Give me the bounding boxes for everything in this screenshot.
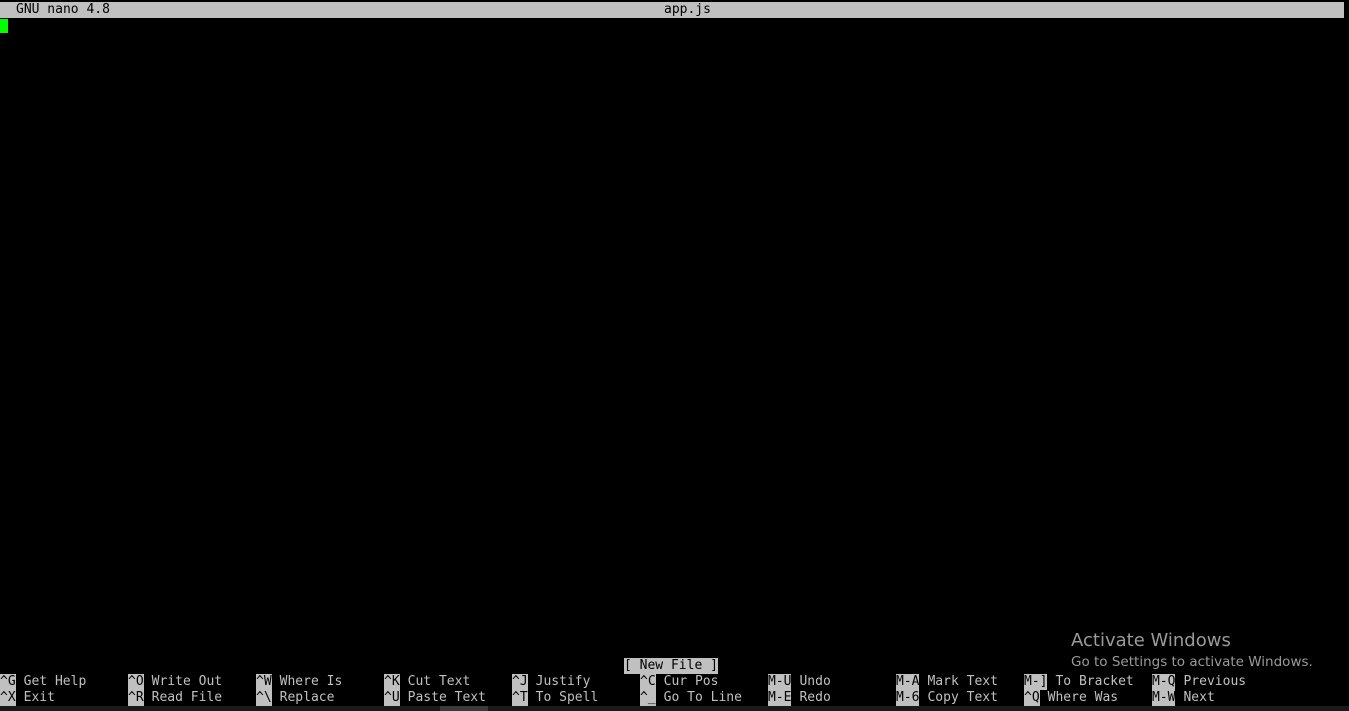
shortcut-mark-text[interactable]: M-A Mark Text: [896, 674, 998, 690]
editor-area[interactable]: [0, 18, 1344, 656]
shortcut-label: Where Is: [279, 674, 343, 689]
shortcut-key: ^J: [512, 674, 528, 690]
shortcut-key: ^K: [384, 674, 400, 690]
horizontal-scrollbar[interactable]: [0, 706, 1349, 711]
shortcut-label: Replace: [279, 690, 335, 705]
shortcut-label: Cur Pos: [663, 674, 719, 689]
shortcut-key: M-A: [896, 674, 920, 690]
shortcut-key: ^_: [640, 690, 656, 706]
title-bar: GNU nano 4.8 app.js: [0, 2, 1344, 18]
shortcut-key: ^G: [0, 674, 16, 690]
shortcut-label: To Bracket: [1055, 674, 1134, 689]
shortcut-label: Read File: [151, 690, 223, 705]
shortcut-key: M-]: [1024, 674, 1048, 690]
shortcut-key: M-W: [1152, 690, 1176, 706]
shortcut-replace[interactable]: ^\ Replace: [256, 690, 334, 706]
shortcut-get-help[interactable]: ^G Get Help: [0, 674, 86, 690]
shortcut-key: ^U: [384, 690, 400, 706]
shortcut-write-out[interactable]: ^O Write Out: [128, 674, 222, 690]
shortcut-label: Previous: [1183, 674, 1247, 689]
shortcut-undo[interactable]: M-U Undo: [768, 674, 831, 690]
shortcut-to-bracket[interactable]: M-] To Bracket: [1024, 674, 1134, 690]
shortcut-cur-pos[interactable]: ^C Cur Pos: [640, 674, 718, 690]
shortcut-label: Mark Text: [927, 674, 998, 689]
shortcut-label: Copy Text: [927, 690, 998, 705]
shortcut-key: ^O: [128, 674, 144, 690]
shortcut-next[interactable]: M-W Next: [1152, 690, 1215, 706]
text-cursor: [0, 19, 8, 33]
shortcut-key: M-U: [768, 674, 792, 690]
shortcut-where-is[interactable]: ^W Where Is: [256, 674, 342, 690]
shortcut-label: Justify: [535, 674, 591, 689]
shortcut-where-was[interactable]: ^Q Where Was: [1024, 690, 1118, 706]
shortcut-key: ^X: [0, 690, 16, 706]
shortcut-read-file[interactable]: ^R Read File: [128, 690, 222, 706]
shortcut-key: ^\: [256, 690, 272, 706]
shortcut-redo[interactable]: M-E Redo: [768, 690, 831, 706]
shortcut-label: Next: [1183, 690, 1215, 705]
shortcut-cut-text[interactable]: ^K Cut Text: [384, 674, 470, 690]
shortcut-justify[interactable]: ^J Justify: [512, 674, 590, 690]
shortcut-key: M-E: [768, 690, 792, 706]
shortcut-label: Redo: [799, 690, 831, 705]
scrollbar-thumb[interactable]: [440, 706, 488, 711]
shortcut-label: Write Out: [151, 674, 223, 689]
shortcut-key: ^T: [512, 690, 528, 706]
shortcut-bar: ^G Get Help ^O Write Out ^W Where Is ^K Cut …: [0, 674, 1349, 706]
shortcut-paste-text[interactable]: ^U Paste Text: [384, 690, 486, 706]
shortcut-previous[interactable]: M-Q Previous: [1152, 674, 1246, 690]
shortcut-copy-text[interactable]: M-6 Copy Text: [896, 690, 998, 706]
shortcut-label: To Spell: [535, 690, 599, 705]
shortcut-key: ^Q: [1024, 690, 1040, 706]
shortcut-go-to-line[interactable]: ^_ Go To Line: [640, 690, 742, 706]
shortcut-key: ^R: [128, 690, 144, 706]
shortcut-label: Get Help: [23, 674, 87, 689]
shortcut-key: M-6: [896, 690, 920, 706]
shortcut-exit[interactable]: ^X Exit: [0, 690, 55, 706]
shortcut-label: Cut Text: [407, 674, 471, 689]
shortcut-key: ^C: [640, 674, 656, 690]
shortcut-label: Go To Line: [663, 690, 742, 705]
shortcut-label: Where Was: [1047, 690, 1119, 705]
file-name: app.js: [664, 2, 711, 17]
shortcut-label: Paste Text: [407, 690, 486, 705]
shortcut-key: M-Q: [1152, 674, 1176, 690]
shortcut-label: Undo: [799, 674, 831, 689]
shortcut-to-spell[interactable]: ^T To Spell: [512, 690, 598, 706]
status-message: [ New File ]: [624, 658, 718, 674]
editor-version: GNU nano 4.8: [16, 2, 110, 17]
shortcut-label: Exit: [23, 690, 55, 705]
shortcut-key: ^W: [256, 674, 272, 690]
